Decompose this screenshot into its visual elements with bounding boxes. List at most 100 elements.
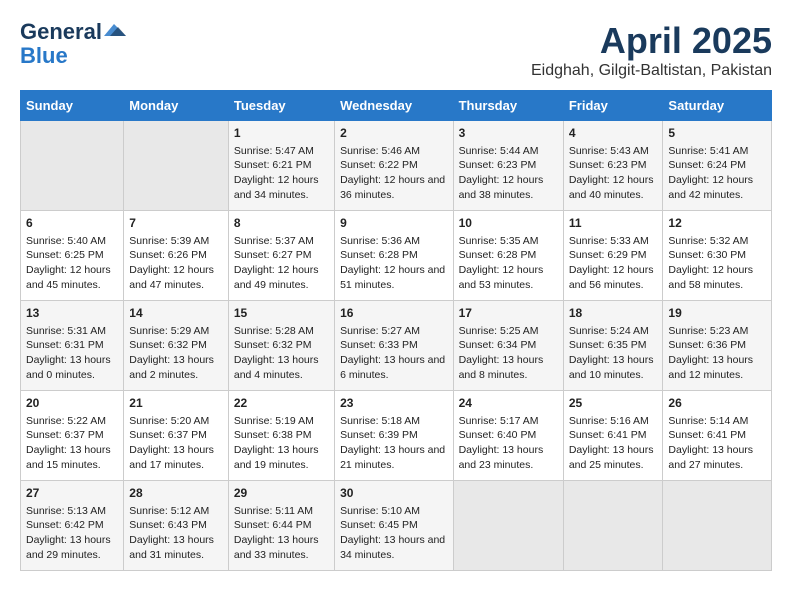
day-number: 23 (340, 395, 447, 412)
daylight: Daylight: 12 hours and 49 minutes. (234, 263, 329, 292)
calendar-cell: 29Sunrise: 5:11 AMSunset: 6:44 PMDayligh… (228, 481, 334, 571)
day-number: 27 (26, 485, 118, 502)
daylight: Daylight: 13 hours and 21 minutes. (340, 443, 447, 472)
week-row-5: 27Sunrise: 5:13 AMSunset: 6:42 PMDayligh… (21, 481, 772, 571)
daylight: Daylight: 12 hours and 58 minutes. (668, 263, 766, 292)
daylight: Daylight: 12 hours and 51 minutes. (340, 263, 447, 292)
page-header: General Blue April 2025 Eidghah, Gilgit-… (20, 20, 772, 80)
header-wednesday: Wednesday (335, 91, 453, 121)
calendar-cell: 14Sunrise: 5:29 AMSunset: 6:32 PMDayligh… (124, 301, 229, 391)
calendar-cell: 3Sunrise: 5:44 AMSunset: 6:23 PMDaylight… (453, 121, 563, 211)
cell-content: 1Sunrise: 5:47 AMSunset: 6:21 PMDaylight… (234, 125, 329, 203)
sunset: Sunset: 6:28 PM (459, 248, 558, 263)
sunset: Sunset: 6:37 PM (26, 428, 118, 443)
cell-content: 28Sunrise: 5:12 AMSunset: 6:43 PMDayligh… (129, 485, 223, 563)
calendar-cell: 5Sunrise: 5:41 AMSunset: 6:24 PMDaylight… (663, 121, 772, 211)
daylight: Daylight: 13 hours and 15 minutes. (26, 443, 118, 472)
day-number: 11 (569, 215, 658, 232)
cell-content: 21Sunrise: 5:20 AMSunset: 6:37 PMDayligh… (129, 395, 223, 473)
sunrise: Sunrise: 5:32 AM (668, 234, 766, 249)
daylight: Daylight: 13 hours and 6 minutes. (340, 353, 447, 382)
day-number: 25 (569, 395, 658, 412)
calendar-cell: 28Sunrise: 5:12 AMSunset: 6:43 PMDayligh… (124, 481, 229, 571)
sunset: Sunset: 6:27 PM (234, 248, 329, 263)
calendar-cell: 22 Sunrise: 5:19 AMSunset: 6:38 PMDayligh… (228, 391, 334, 481)
daylight: Daylight: 13 hours and 29 minutes. (26, 533, 118, 562)
logo-general: General (20, 20, 102, 44)
sunset: Sunset: 6:25 PM (26, 248, 118, 263)
calendar-cell: 4Sunrise: 5:43 AMSunset: 6:23 PMDaylight… (563, 121, 663, 211)
calendar-cell: 18Sunrise: 5:24 AMSunset: 6:35 PMDayligh… (563, 301, 663, 391)
logo: General Blue (20, 20, 126, 68)
calendar-cell: 11Sunrise: 5:33 AMSunset: 6:29 PMDayligh… (563, 211, 663, 301)
day-number: 20 (26, 395, 118, 412)
sunrise: Sunrise: 5:31 AM (26, 324, 118, 339)
sunrise: Sunrise: 5:29 AM (129, 324, 223, 339)
week-row-4: 20Sunrise: 5:22 AMSunset: 6:37 PMDayligh… (21, 391, 772, 481)
day-number: 5 (668, 125, 766, 142)
calendar-cell: 20Sunrise: 5:22 AMSunset: 6:37 PMDayligh… (21, 391, 124, 481)
sunset: Sunset: 6:35 PM (569, 338, 658, 353)
sunrise: Sunrise: 5:19 AM (234, 414, 329, 429)
sunset: Sunset: 6:41 PM (569, 428, 658, 443)
sunset: Sunset: 6:23 PM (569, 158, 658, 173)
cell-content: 5Sunrise: 5:41 AMSunset: 6:24 PMDaylight… (668, 125, 766, 203)
calendar-cell: 1Sunrise: 5:47 AMSunset: 6:21 PMDaylight… (228, 121, 334, 211)
daylight: Daylight: 13 hours and 10 minutes. (569, 353, 658, 382)
cell-content: 20Sunrise: 5:22 AMSunset: 6:37 PMDayligh… (26, 395, 118, 473)
day-number: 18 (569, 305, 658, 322)
day-number: 22 (234, 395, 329, 412)
day-number: 15 (234, 305, 329, 322)
day-number: 19 (668, 305, 766, 322)
day-number: 4 (569, 125, 658, 142)
sunset: Sunset: 6:41 PM (668, 428, 766, 443)
sunset: Sunset: 6:29 PM (569, 248, 658, 263)
sunset: Sunset: 6:30 PM (668, 248, 766, 263)
cell-content: 11Sunrise: 5:33 AMSunset: 6:29 PMDayligh… (569, 215, 658, 293)
calendar-cell (663, 481, 772, 571)
day-number: 26 (668, 395, 766, 412)
sunrise: Sunrise: 5:28 AM (234, 324, 329, 339)
day-number: 28 (129, 485, 223, 502)
sunrise: Sunrise: 5:14 AM (668, 414, 766, 429)
day-number: 29 (234, 485, 329, 502)
sunset: Sunset: 6:38 PM (234, 428, 329, 443)
daylight: Daylight: 13 hours and 17 minutes. (129, 443, 223, 472)
header-tuesday: Tuesday (228, 91, 334, 121)
daylight: Daylight: 13 hours and 19 minutes. (234, 443, 329, 472)
main-title: April 2025 (531, 20, 772, 62)
daylight: Daylight: 13 hours and 31 minutes. (129, 533, 223, 562)
calendar-cell: 17Sunrise: 5:25 AMSunset: 6:34 PMDayligh… (453, 301, 563, 391)
cell-content: 10Sunrise: 5:35 AMSunset: 6:28 PMDayligh… (459, 215, 558, 293)
sunset: Sunset: 6:24 PM (668, 158, 766, 173)
calendar-cell: 21Sunrise: 5:20 AMSunset: 6:37 PMDayligh… (124, 391, 229, 481)
daylight: Daylight: 12 hours and 40 minutes. (569, 173, 658, 202)
sunset: Sunset: 6:28 PM (340, 248, 447, 263)
sunset: Sunset: 6:39 PM (340, 428, 447, 443)
day-number: 16 (340, 305, 447, 322)
sunrise: Sunrise: 5:23 AM (668, 324, 766, 339)
daylight: Daylight: 12 hours and 56 minutes. (569, 263, 658, 292)
sunset: Sunset: 6:36 PM (668, 338, 766, 353)
day-number: 17 (459, 305, 558, 322)
daylight: Daylight: 13 hours and 2 minutes. (129, 353, 223, 382)
cell-content: 7Sunrise: 5:39 AMSunset: 6:26 PMDaylight… (129, 215, 223, 293)
day-number: 21 (129, 395, 223, 412)
cell-content: 29Sunrise: 5:11 AMSunset: 6:44 PMDayligh… (234, 485, 329, 563)
sunset: Sunset: 6:23 PM (459, 158, 558, 173)
sunrise: Sunrise: 5:46 AM (340, 144, 447, 159)
sunset: Sunset: 6:22 PM (340, 158, 447, 173)
calendar-cell: 2Sunrise: 5:46 AMSunset: 6:22 PMDaylight… (335, 121, 453, 211)
daylight: Daylight: 13 hours and 25 minutes. (569, 443, 658, 472)
sunset: Sunset: 6:31 PM (26, 338, 118, 353)
day-number: 12 (668, 215, 766, 232)
daylight: Daylight: 13 hours and 23 minutes. (459, 443, 558, 472)
daylight: Daylight: 13 hours and 12 minutes. (668, 353, 766, 382)
day-number: 3 (459, 125, 558, 142)
daylight: Daylight: 12 hours and 53 minutes. (459, 263, 558, 292)
cell-content: 9Sunrise: 5:36 AMSunset: 6:28 PMDaylight… (340, 215, 447, 293)
calendar-cell (453, 481, 563, 571)
sunrise: Sunrise: 5:39 AM (129, 234, 223, 249)
daylight: Daylight: 12 hours and 38 minutes. (459, 173, 558, 202)
header-friday: Friday (563, 91, 663, 121)
